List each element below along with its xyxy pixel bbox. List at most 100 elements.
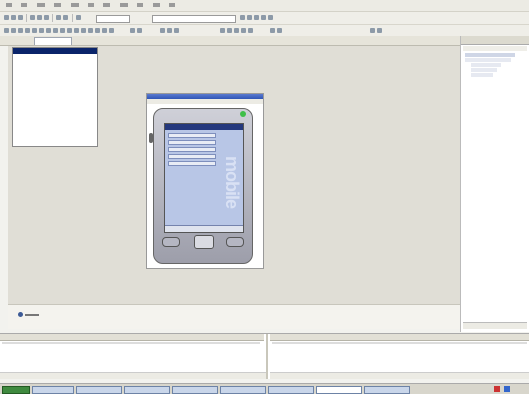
more-icon[interactable]	[268, 15, 273, 20]
list-item[interactable]	[168, 154, 216, 159]
side-button[interactable]	[149, 133, 153, 143]
menu-item[interactable]	[152, 3, 160, 7]
grid-icon[interactable]	[220, 28, 225, 33]
solution-explorer-panel	[460, 36, 529, 332]
list-item[interactable]	[168, 147, 216, 152]
run-icon[interactable]	[76, 15, 81, 20]
menu-item[interactable]	[6, 3, 12, 7]
paste-icon[interactable]	[44, 15, 49, 20]
menu-item[interactable]	[168, 3, 175, 7]
send-back-icon[interactable]	[109, 28, 114, 33]
align-center-icon[interactable]	[11, 28, 16, 33]
spacing-icon[interactable]	[81, 28, 86, 33]
menu-item[interactable]	[119, 3, 128, 7]
grid-icon[interactable]	[248, 28, 253, 33]
tree-item-form[interactable]	[471, 73, 493, 77]
format-icon[interactable]	[174, 28, 179, 33]
open-icon[interactable]	[11, 15, 16, 20]
menu-item[interactable]	[103, 3, 111, 7]
save-icon[interactable]	[18, 15, 23, 20]
navigation-pad[interactable]	[194, 235, 214, 249]
solution-explorer-icon[interactable]	[247, 15, 252, 20]
bring-front-icon[interactable]	[102, 28, 107, 33]
pocket-pc-skin: mobile	[149, 108, 253, 264]
align-top-icon[interactable]	[25, 28, 30, 33]
list-item[interactable]	[168, 161, 216, 166]
spacing-icon[interactable]	[74, 28, 79, 33]
tree-item-references[interactable]	[471, 63, 501, 67]
device-emulator-window[interactable]: mobile	[146, 93, 264, 269]
align-left-icon[interactable]	[4, 28, 9, 33]
panel-toolbar	[463, 46, 527, 51]
tray-icon[interactable]	[494, 386, 500, 392]
device-screen[interactable]: mobile	[164, 123, 244, 233]
list-item[interactable]	[168, 133, 216, 138]
solution-explorer-title	[461, 36, 529, 45]
document-tabs	[0, 36, 460, 46]
toolbox-icon[interactable]	[261, 15, 266, 20]
redo-icon[interactable]	[63, 15, 68, 20]
connect-icon[interactable]	[270, 28, 275, 33]
tree-item-project[interactable]	[465, 58, 511, 62]
menu-item[interactable]	[54, 3, 62, 7]
center-icon[interactable]	[88, 28, 93, 33]
tree-item-file[interactable]	[471, 68, 497, 72]
format-icon[interactable]	[160, 28, 165, 33]
clock	[514, 387, 526, 391]
hardware-button-left[interactable]	[162, 237, 180, 247]
emulator-menu[interactable]	[147, 99, 263, 104]
screen-menu-bar[interactable]	[165, 225, 243, 232]
output-header	[270, 334, 529, 341]
output-columns	[272, 342, 527, 344]
menu-item[interactable]	[137, 3, 144, 7]
properties-icon[interactable]	[254, 15, 259, 20]
tab-form-designer[interactable]	[34, 37, 72, 45]
copy-icon[interactable]	[37, 15, 42, 20]
spacing-icon[interactable]	[60, 28, 65, 33]
new-file-icon[interactable]	[4, 15, 9, 20]
platform-combo[interactable]	[152, 15, 236, 23]
same-size-icon[interactable]	[46, 28, 51, 33]
undo-icon[interactable]	[56, 15, 61, 20]
tab-order-icon[interactable]	[137, 28, 142, 33]
menu-item[interactable]	[36, 3, 45, 7]
menu-item[interactable]	[87, 3, 94, 7]
panel-tabs[interactable]	[463, 322, 527, 329]
bottom-panes	[0, 333, 529, 379]
grid-icon[interactable]	[241, 28, 246, 33]
configuration-combo[interactable]	[96, 15, 130, 23]
align-middle-icon[interactable]	[32, 28, 37, 33]
main-menu-icon[interactable]	[18, 312, 23, 317]
grid-icon[interactable]	[234, 28, 239, 33]
menu-item[interactable]	[21, 3, 28, 7]
task-list-header	[0, 334, 264, 341]
spacing-icon[interactable]	[53, 28, 58, 33]
spacing-icon[interactable]	[67, 28, 72, 33]
align-right-icon[interactable]	[18, 28, 23, 33]
pane-splitter[interactable]	[266, 334, 268, 379]
menu-item[interactable]	[70, 3, 79, 7]
format-icon[interactable]	[167, 28, 172, 33]
toolbox-panel	[12, 47, 98, 147]
toolbar-separator	[26, 14, 27, 22]
device-icon[interactable]	[377, 28, 382, 33]
tree-item-solution[interactable]	[465, 53, 515, 57]
bottom-left-tabs[interactable]	[0, 372, 266, 379]
list-item[interactable]	[168, 140, 216, 145]
lock-icon[interactable]	[130, 28, 135, 33]
grid-icon[interactable]	[227, 28, 232, 33]
tray-icon[interactable]	[504, 386, 510, 392]
tab-start-page[interactable]	[4, 37, 36, 44]
find-icon[interactable]	[240, 15, 245, 20]
task-list-columns	[2, 342, 260, 344]
main-menu-label	[25, 314, 39, 316]
hardware-button-right[interactable]	[226, 237, 244, 247]
device-icon[interactable]	[370, 28, 375, 33]
screen-title-bar	[165, 124, 243, 130]
status-bar	[0, 383, 529, 394]
cut-icon[interactable]	[30, 15, 35, 20]
center-icon[interactable]	[95, 28, 100, 33]
connect-icon[interactable]	[277, 28, 282, 33]
align-bottom-icon[interactable]	[39, 28, 44, 33]
bottom-right-tabs[interactable]	[270, 372, 529, 379]
